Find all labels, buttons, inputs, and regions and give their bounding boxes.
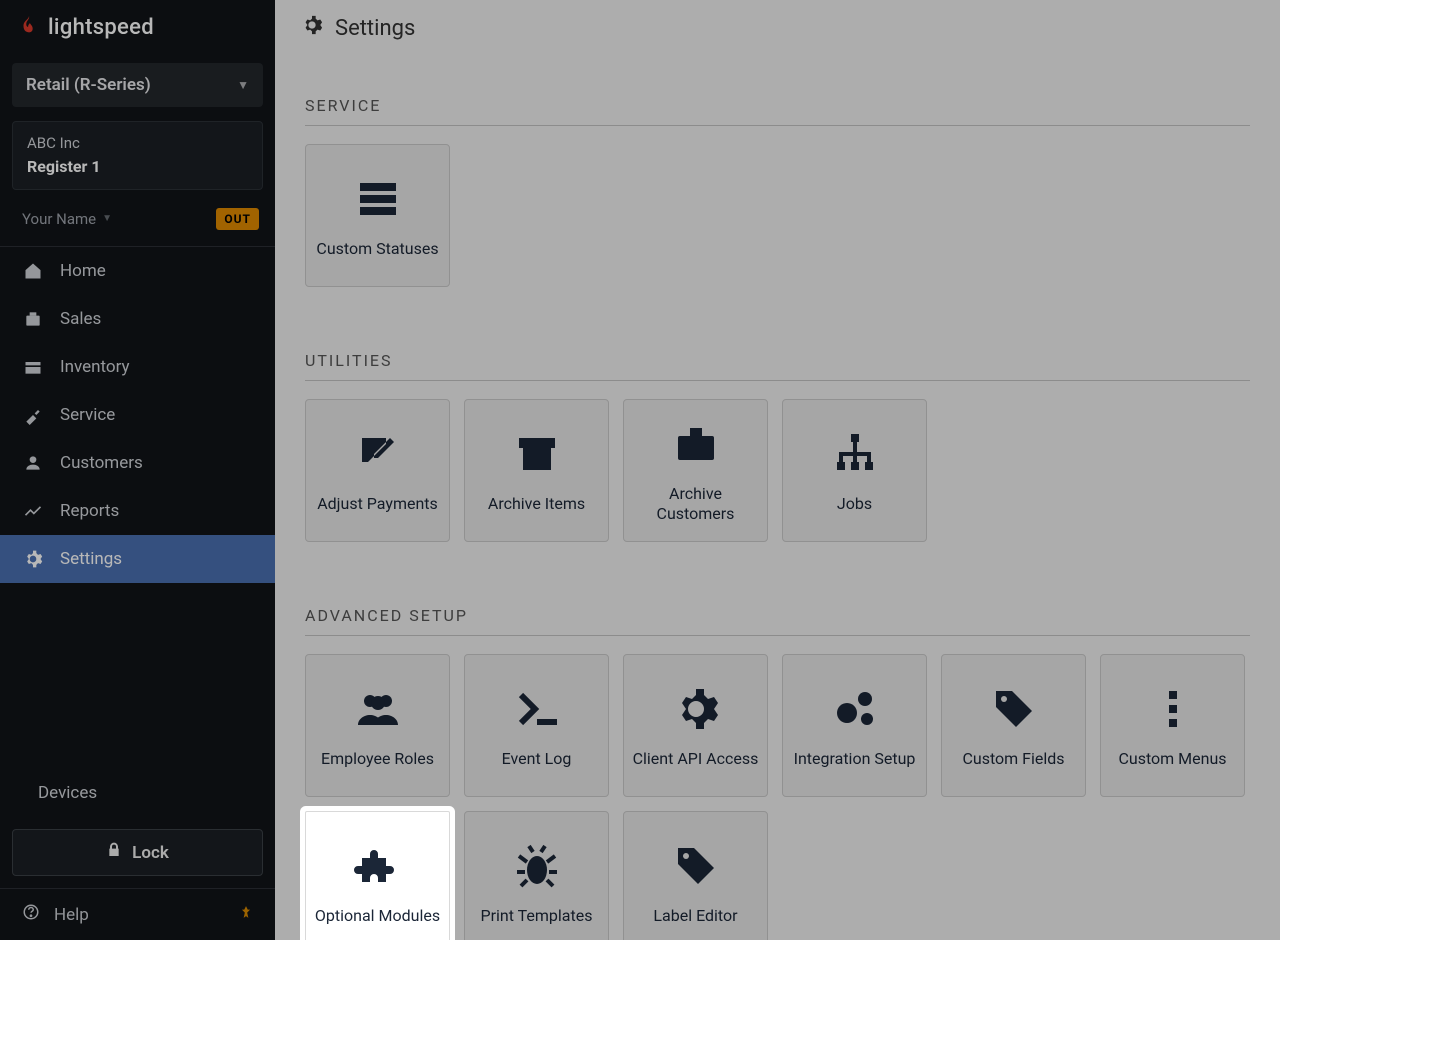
user-name[interactable]: Your Name ▼ bbox=[22, 210, 112, 228]
sidebar-item-reports[interactable]: Reports bbox=[0, 487, 275, 535]
settings-icon bbox=[22, 549, 44, 569]
briefcase-icon bbox=[672, 418, 720, 470]
sidebar-item-label: Home bbox=[60, 261, 106, 281]
lock-label: Lock bbox=[132, 843, 169, 863]
flame-icon bbox=[18, 14, 40, 41]
sitemap-icon bbox=[831, 428, 879, 480]
sidebar: lightspeed Retail (R-Series) ▼ ABC Inc R… bbox=[0, 0, 275, 940]
brand-logo: lightspeed bbox=[0, 0, 275, 55]
tile-label: Integration Setup bbox=[788, 749, 922, 769]
tag-icon bbox=[672, 840, 720, 892]
product-selector[interactable]: Retail (R-Series) ▼ bbox=[12, 63, 263, 107]
sidebar-item-label: Service bbox=[60, 405, 115, 425]
lock-button[interactable]: Lock bbox=[12, 829, 263, 876]
gears-icon bbox=[831, 683, 879, 735]
tags-icon bbox=[990, 683, 1038, 735]
gear-icon bbox=[301, 14, 323, 42]
sidebar-item-label: Settings bbox=[60, 549, 122, 569]
archive-box-icon bbox=[513, 428, 561, 480]
tile-label: Adjust Payments bbox=[311, 494, 444, 514]
tile-archive-customers[interactable]: Archive Customers bbox=[623, 399, 768, 542]
dots-vertical-icon bbox=[1149, 683, 1197, 735]
service-icon bbox=[22, 405, 44, 425]
tile-label: Custom Menus bbox=[1112, 749, 1232, 769]
page-header: Settings bbox=[275, 0, 1280, 56]
chevron-down-icon: ▼ bbox=[237, 78, 249, 92]
tile-label: Archive Items bbox=[482, 494, 591, 514]
tile-event-log[interactable]: Event Log bbox=[464, 654, 609, 797]
sidebar-item-label: Customers bbox=[60, 453, 143, 473]
section-advanced-setup: ADVANCED SETUP Employee Roles Event Log … bbox=[275, 566, 1280, 940]
tile-client-api-access[interactable]: Client API Access bbox=[623, 654, 768, 797]
gear-icon bbox=[672, 683, 720, 735]
help-button[interactable]: Help bbox=[22, 903, 89, 926]
tile-label: Jobs bbox=[831, 494, 878, 514]
section-title: UTILITIES bbox=[305, 321, 1250, 381]
sidebar-item-inventory[interactable]: Inventory bbox=[0, 343, 275, 391]
tile-print-templates[interactable]: Print Templates bbox=[464, 811, 609, 940]
clock-status-badge[interactable]: OUT bbox=[216, 208, 259, 230]
tile-label: Custom Fields bbox=[956, 749, 1070, 769]
main-nav: Home Sales Inventory Service Customers R… bbox=[0, 247, 275, 770]
sidebar-item-settings[interactable]: Settings bbox=[0, 535, 275, 583]
sidebar-item-label: Sales bbox=[60, 309, 101, 329]
tile-jobs[interactable]: Jobs bbox=[782, 399, 927, 542]
tile-label-editor[interactable]: Label Editor bbox=[623, 811, 768, 940]
users-icon bbox=[354, 683, 402, 735]
edit-square-icon bbox=[354, 428, 402, 480]
sidebar-item-devices[interactable]: Devices bbox=[0, 769, 275, 817]
main-content: Settings SERVICE Custom Statuses UTILITI… bbox=[275, 0, 1280, 940]
reports-icon bbox=[22, 501, 44, 521]
register-name: Register 1 bbox=[27, 155, 248, 179]
tile-custom-menus[interactable]: Custom Menus bbox=[1100, 654, 1245, 797]
help-icon bbox=[22, 903, 40, 926]
terminal-icon bbox=[513, 683, 561, 735]
tile-label: Print Templates bbox=[475, 906, 599, 926]
tile-label: Archive Customers bbox=[624, 484, 767, 524]
section-utilities: UTILITIES Adjust Payments Archive Items … bbox=[275, 311, 1280, 566]
tile-archive-items[interactable]: Archive Items bbox=[464, 399, 609, 542]
sidebar-item-customers[interactable]: Customers bbox=[0, 439, 275, 487]
sidebar-item-label: Devices bbox=[38, 783, 97, 803]
tile-label: Optional Modules bbox=[309, 906, 446, 926]
company-register-box[interactable]: ABC Inc Register 1 bbox=[12, 121, 263, 190]
section-title: ADVANCED SETUP bbox=[305, 576, 1250, 636]
tile-label: Label Editor bbox=[647, 906, 743, 926]
tile-custom-statuses[interactable]: Custom Statuses bbox=[305, 144, 450, 287]
tile-label: Client API Access bbox=[627, 749, 765, 769]
sidebar-item-home[interactable]: Home bbox=[0, 247, 275, 295]
sidebar-item-sales[interactable]: Sales bbox=[0, 295, 275, 343]
user-name-label: Your Name bbox=[22, 210, 96, 228]
help-label: Help bbox=[54, 905, 89, 925]
product-selector-label: Retail (R-Series) bbox=[26, 75, 151, 95]
sales-icon bbox=[22, 309, 44, 329]
tile-label: Employee Roles bbox=[315, 749, 440, 769]
home-icon bbox=[22, 261, 44, 281]
sidebar-item-label: Reports bbox=[60, 501, 119, 521]
page-title: Settings bbox=[335, 16, 415, 41]
inventory-icon bbox=[22, 357, 44, 377]
chevron-down-icon: ▼ bbox=[102, 213, 112, 224]
tile-adjust-payments[interactable]: Adjust Payments bbox=[305, 399, 450, 542]
user-row: Your Name ▼ OUT bbox=[0, 196, 275, 246]
tile-employee-roles[interactable]: Employee Roles bbox=[305, 654, 450, 797]
pin-icon[interactable] bbox=[239, 903, 253, 926]
brand-text: lightspeed bbox=[48, 15, 154, 40]
tile-integration-setup[interactable]: Integration Setup bbox=[782, 654, 927, 797]
puzzle-icon bbox=[354, 840, 402, 892]
tile-optional-modules[interactable]: Optional Modules bbox=[305, 811, 450, 940]
tile-label: Custom Statuses bbox=[310, 239, 444, 259]
lock-icon bbox=[106, 842, 122, 863]
sidebar-item-service[interactable]: Service bbox=[0, 391, 275, 439]
section-service: SERVICE Custom Statuses bbox=[275, 56, 1280, 311]
section-title: SERVICE bbox=[305, 66, 1250, 126]
help-row: Help bbox=[0, 888, 275, 940]
tile-label: Event Log bbox=[496, 749, 578, 769]
list-icon bbox=[354, 173, 402, 225]
tile-custom-fields[interactable]: Custom Fields bbox=[941, 654, 1086, 797]
company-name: ABC Inc bbox=[27, 132, 248, 155]
customers-icon bbox=[22, 453, 44, 473]
sidebar-item-label: Inventory bbox=[60, 357, 130, 377]
bug-icon bbox=[513, 840, 561, 892]
